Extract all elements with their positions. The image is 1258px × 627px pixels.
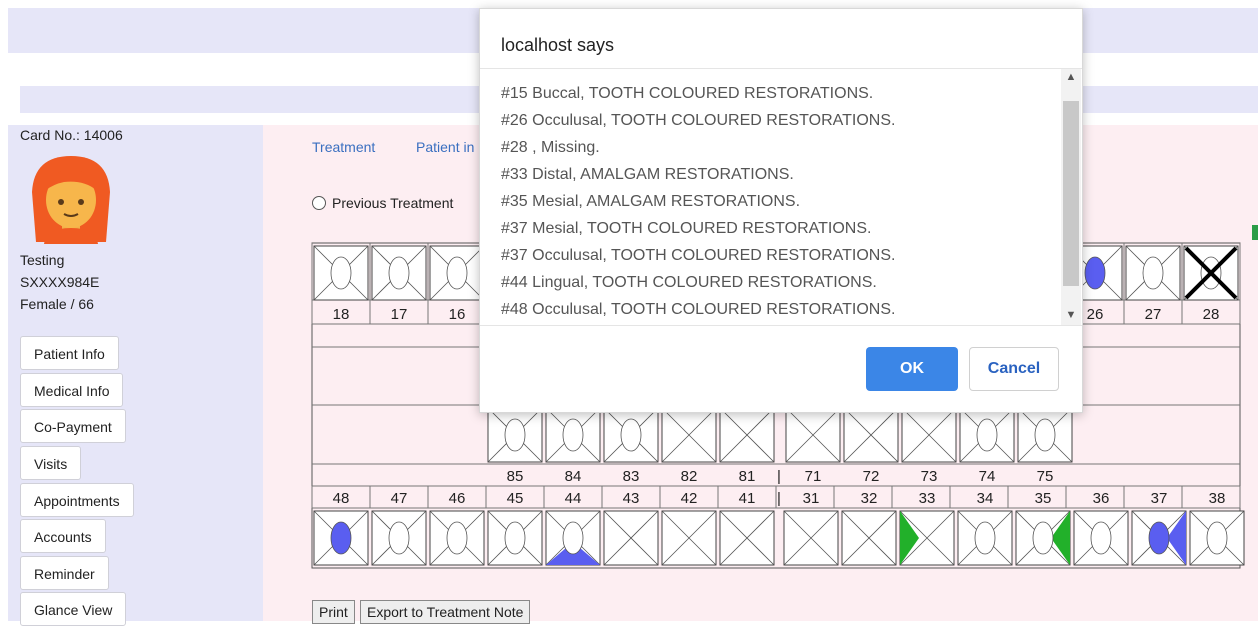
dialog-line: #28 , Missing. [501,139,600,156]
tooth-number: 81 [739,468,756,485]
tooth-center [1032,521,1054,555]
right-edge-marker [1252,225,1258,240]
tooth-center [562,418,584,452]
tooth-center [330,256,352,290]
tooth-number: 41 [739,490,756,507]
dialog-message-list[interactable]: #15 Buccal, TOOTH COLOURED RESTORATIONS.… [480,68,1082,326]
export-treatment-note-button[interactable]: Export to Treatment Note [360,600,531,624]
tooth-center [446,521,468,555]
tooth-number: 73 [921,468,938,485]
tooth-number: 75 [1037,468,1054,485]
tooth-number: 36 [1093,490,1110,507]
dialog-line: #48 Occulusal, TOOTH COLOURED RESTORATIO… [501,301,896,318]
dialog-line: #15 Buccal, TOOTH COLOURED RESTORATIONS. [501,85,874,102]
tooth-number: 72 [863,468,880,485]
tooth-number: 32 [861,490,878,507]
tooth-number: 17 [391,306,408,323]
tooth-number: 85 [507,468,524,485]
tooth-number: 44 [565,490,582,507]
tooth-center [1142,256,1164,290]
cancel-button[interactable]: Cancel [969,347,1059,391]
scroll-thumb[interactable] [1063,101,1079,286]
tooth-number: 37 [1151,490,1168,507]
tooth-center [620,418,642,452]
tooth-center [388,256,410,290]
scroll-down-icon[interactable]: ▼ [1065,309,1077,321]
tooth-number: 84 [565,468,582,485]
tooth-number: 26 [1087,306,1104,323]
tooth-number: 43 [623,490,640,507]
print-button[interactable]: Print [312,600,355,624]
dialog-line: #35 Mesial, AMALGAM RESTORATIONS. [501,193,801,210]
dialog-line: #44 Lingual, TOOTH COLOURED RESTORATIONS… [501,274,877,291]
tooth-center [388,521,410,555]
scroll-up-icon[interactable]: ▲ [1065,71,1077,83]
dialog-title: localhost says [501,35,615,55]
midline-separator: | [777,490,781,507]
tooth-number: 42 [681,490,698,507]
tooth-center [504,418,526,452]
tooth-center [1206,521,1228,555]
tooth-center [1034,418,1056,452]
tooth-number: 46 [449,490,466,507]
tooth-center [562,521,584,555]
tooth-number: 28 [1203,306,1220,323]
tooth-number: 74 [979,468,996,485]
ok-button[interactable]: OK [866,347,958,391]
dialog-line: #37 Mesial, TOOTH COLOURED RESTORATIONS. [501,220,872,237]
tooth-number: 35 [1035,490,1052,507]
midline-separator: | [777,468,781,485]
tooth-number: 33 [919,490,936,507]
tooth-number: 27 [1145,306,1162,323]
tooth-number: 31 [803,490,820,507]
tooth-center [504,521,526,555]
tooth-center [974,521,996,555]
tooth-center [1084,256,1106,290]
dialog-line: #37 Occulusal, TOOTH COLOURED RESTORATIO… [501,247,896,264]
tooth-number: 83 [623,468,640,485]
tooth-number: 18 [333,306,350,323]
alert-dialog: localhost says #15 Buccal, TOOTH COLOURE… [479,8,1083,413]
tooth-center [330,521,352,555]
dialog-scrollbar[interactable]: ▲ ▼ [1061,69,1081,325]
tooth-number: 48 [333,490,350,507]
tooth-center [1148,521,1170,555]
dialog-line: #33 Distal, AMALGAM RESTORATIONS. [501,166,794,183]
tooth-number: 71 [805,468,822,485]
tooth-number: 47 [391,490,408,507]
tooth-number: 82 [681,468,698,485]
dialog-line: #26 Occulusal, TOOTH COLOURED RESTORATIO… [501,112,896,129]
tooth-number: 38 [1209,490,1226,507]
tooth-number: 45 [507,490,524,507]
tooth-number: 34 [977,490,994,507]
tooth-number: 16 [449,306,466,323]
tooth-center [1090,521,1112,555]
tooth-center [446,256,468,290]
tooth-center [976,418,998,452]
